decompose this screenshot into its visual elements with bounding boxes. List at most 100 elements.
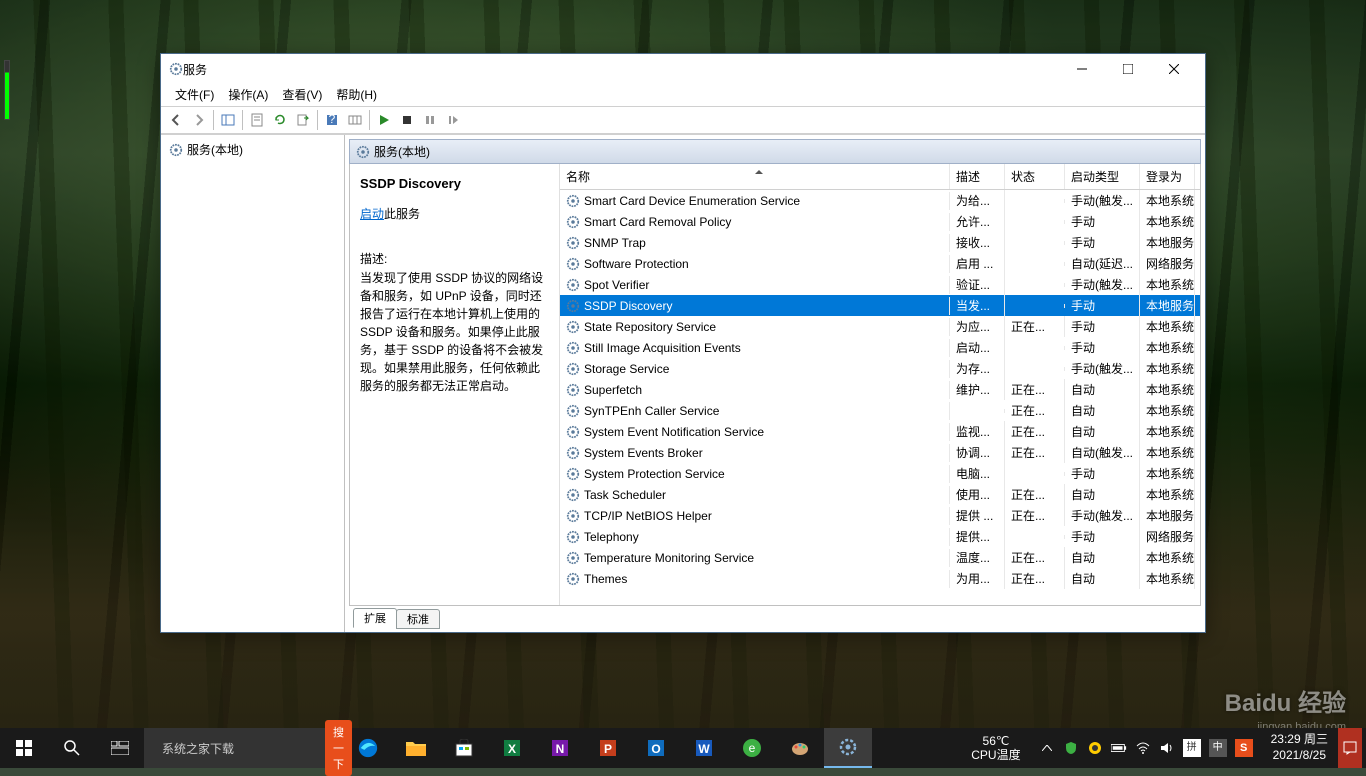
tab-extended[interactable]: 扩展 — [353, 608, 397, 628]
taskbar-outlook[interactable]: O — [632, 728, 680, 768]
tray-wifi-icon[interactable] — [1135, 740, 1151, 756]
notification-button[interactable] — [1338, 728, 1362, 768]
service-row[interactable]: SNMP Trap接收...手动本地服务 — [560, 232, 1200, 253]
stop-service-button[interactable] — [396, 109, 418, 131]
taskbar-services[interactable] — [824, 728, 872, 768]
service-row[interactable]: Task Scheduler使用...正在...自动本地系统 — [560, 484, 1200, 505]
service-row[interactable]: State Repository Service为应...正在...手动本地系统 — [560, 316, 1200, 337]
detail-pane: SSDP Discovery 启动此服务 描述: 当发现了使用 SSDP 协议的… — [350, 164, 560, 605]
tray-volume-icon[interactable] — [1159, 740, 1175, 756]
help-button[interactable]: ? — [321, 109, 343, 131]
tray-ime-icon[interactable]: 拼 — [1183, 739, 1201, 757]
task-view-button[interactable] — [96, 728, 144, 768]
service-row[interactable]: Spot Verifier验证...手动(触发...本地系统 — [560, 274, 1200, 295]
start-button[interactable] — [0, 728, 48, 768]
taskbar-excel[interactable]: X — [488, 728, 536, 768]
service-row[interactable]: Themes为用...正在...自动本地系统 — [560, 568, 1200, 589]
restart-service-button[interactable] — [442, 109, 464, 131]
menu-view[interactable]: 查看(V) — [276, 84, 328, 106]
export-button[interactable] — [292, 109, 314, 131]
maximize-button[interactable] — [1105, 54, 1151, 84]
menu-help[interactable]: 帮助(H) — [330, 84, 383, 106]
tray-battery-icon[interactable] — [1111, 740, 1127, 756]
pause-service-button[interactable] — [419, 109, 441, 131]
taskbar-clock[interactable]: 23:29 周三 2021/8/25 — [1263, 732, 1336, 763]
view-tabs: 扩展 标准 — [349, 606, 1201, 628]
menu-file[interactable]: 文件(F) — [169, 84, 220, 106]
taskbar-word[interactable]: W — [680, 728, 728, 768]
svg-text:N: N — [556, 742, 565, 756]
properties-button[interactable] — [246, 109, 268, 131]
menu-action[interactable]: 操作(A) — [222, 84, 274, 106]
svg-text:W: W — [698, 742, 710, 756]
service-row[interactable]: Smart Card Removal Policy允许...手动本地系统 — [560, 211, 1200, 232]
service-description: 当发现了使用 SSDP 协议的网络设备和服务，如 UPnP 设备，同时还报告了运… — [360, 269, 549, 395]
col-start[interactable]: 启动类型 — [1065, 164, 1140, 189]
tree-item-services-local[interactable]: 服务(本地) — [165, 139, 340, 160]
cpu-meter-widget — [4, 60, 10, 120]
watermark: Baidu 经验 — [1225, 683, 1346, 718]
columns-button[interactable] — [344, 109, 366, 131]
start-service-link[interactable]: 启动 — [360, 207, 384, 221]
tree-pane: 服务(本地) — [161, 135, 345, 632]
taskbar-store[interactable] — [440, 728, 488, 768]
taskbar: 搜一下 X N P O W e 56℃ CPU温度 拼 中 S 23:29 — [0, 728, 1366, 768]
taskbar-onenote[interactable]: N — [536, 728, 584, 768]
svg-text:O: O — [651, 742, 660, 756]
search-icon-button[interactable] — [48, 728, 96, 768]
svg-text:e: e — [749, 741, 756, 755]
gear-icon — [169, 143, 183, 157]
window-title: 服务 — [183, 61, 207, 78]
service-row[interactable]: SSDP Discovery当发...手动本地服务 — [560, 295, 1200, 316]
service-list[interactable]: Smart Card Device Enumeration Service为给.… — [560, 190, 1200, 605]
right-pane: 服务(本地) SSDP Discovery 启动此服务 描述: 当发现了使用 S… — [345, 135, 1205, 632]
service-row[interactable]: Storage Service为存...手动(触发...本地系统 — [560, 358, 1200, 379]
taskbar-edge[interactable] — [344, 728, 392, 768]
cpu-temp[interactable]: 56℃ CPU温度 — [963, 734, 1028, 763]
tray-ime2-icon[interactable]: 中 — [1209, 739, 1227, 757]
service-row[interactable]: Temperature Monitoring Service温度...正在...… — [560, 547, 1200, 568]
service-row[interactable]: Smart Card Device Enumeration Service为给.… — [560, 190, 1200, 211]
svg-text:X: X — [508, 742, 516, 756]
back-button[interactable] — [165, 109, 187, 131]
tray-chevron-up-icon[interactable] — [1039, 740, 1055, 756]
service-row[interactable]: Software Protection启用 ...自动(延迟...网络服务 — [560, 253, 1200, 274]
tray-shield-icon[interactable] — [1063, 740, 1079, 756]
tray-sogou-icon[interactable]: S — [1235, 739, 1253, 757]
service-row[interactable]: Still Image Acquisition Events启动...手动本地系… — [560, 337, 1200, 358]
taskbar-paint[interactable] — [776, 728, 824, 768]
service-row[interactable]: Superfetch维护...正在...自动本地系统 — [560, 379, 1200, 400]
system-tray[interactable]: 拼 中 S — [1031, 739, 1261, 757]
taskbar-powerpoint[interactable]: P — [584, 728, 632, 768]
gear-icon — [356, 145, 370, 159]
taskbar-explorer[interactable] — [392, 728, 440, 768]
service-row[interactable]: System Protection Service电脑...手动本地系统 — [560, 463, 1200, 484]
svg-text:?: ? — [329, 113, 336, 126]
col-desc[interactable]: 描述 — [950, 164, 1005, 189]
col-status[interactable]: 状态 — [1005, 164, 1065, 189]
start-service-button[interactable] — [373, 109, 395, 131]
pane-header: 服务(本地) — [349, 139, 1201, 164]
close-button[interactable] — [1151, 54, 1197, 84]
service-row[interactable]: Telephony提供...手动网络服务 — [560, 526, 1200, 547]
show-hide-tree-button[interactable] — [217, 109, 239, 131]
service-row[interactable]: System Events Broker协调...正在...自动(触发...本地… — [560, 442, 1200, 463]
minimize-button[interactable] — [1059, 54, 1105, 84]
search-input[interactable] — [162, 741, 317, 755]
tab-standard[interactable]: 标准 — [396, 609, 440, 629]
service-row[interactable]: System Event Notification Service监视...正在… — [560, 421, 1200, 442]
svg-text:P: P — [604, 742, 612, 756]
service-row[interactable]: SynTPEnh Caller Service正在...自动本地系统 — [560, 400, 1200, 421]
col-logon[interactable]: 登录为 — [1140, 164, 1195, 189]
taskbar-searchbox[interactable]: 搜一下 — [144, 728, 344, 768]
taskbar-360[interactable]: e — [728, 728, 776, 768]
column-headers: 名称 描述 状态 启动类型 登录为 — [560, 164, 1200, 190]
titlebar[interactable]: 服务 — [161, 54, 1205, 84]
services-window: 服务 文件(F) 操作(A) 查看(V) 帮助(H) ? — [160, 53, 1206, 633]
col-name[interactable]: 名称 — [560, 164, 950, 189]
refresh-button[interactable] — [269, 109, 291, 131]
service-title: SSDP Discovery — [360, 176, 549, 191]
tray-power-icon[interactable] — [1087, 740, 1103, 756]
service-row[interactable]: TCP/IP NetBIOS Helper提供 ...正在...手动(触发...… — [560, 505, 1200, 526]
forward-button[interactable] — [188, 109, 210, 131]
